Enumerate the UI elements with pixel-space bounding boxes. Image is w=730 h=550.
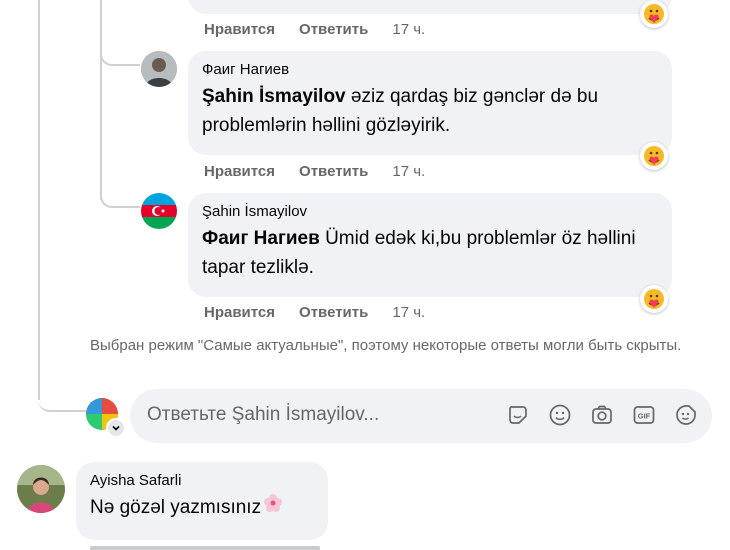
timestamp[interactable]: 17 ч. [392, 162, 425, 182]
comment-actions-partial [90, 546, 320, 550]
comment-actions: Нравится Ответить 17 ч. [204, 162, 425, 182]
reply-tools: GIF [506, 403, 698, 427]
comment-actions: Нравится Ответить 17 ч. [204, 303, 425, 323]
chevron-down-icon [112, 425, 120, 431]
thread-line-main [38, 0, 40, 400]
comment-text: Фаиг Нагиев Ümid edək ki,bu problemlər ö… [202, 224, 658, 282]
sticker-icon[interactable] [506, 403, 530, 427]
reply-input[interactable]: Ответьте Şahin İsmayilov... GIF [130, 389, 712, 443]
hidden-replies-notice: Выбран режим "Самые актуальные", поэтому… [90, 337, 682, 354]
reply-button[interactable]: Ответить [299, 162, 368, 182]
care-reaction-icon[interactable] [640, 285, 668, 313]
like-button[interactable]: Нравится [204, 303, 275, 323]
flag-avatar-icon [141, 193, 177, 229]
reply-button[interactable]: Ответить [299, 20, 368, 40]
mention-link[interactable]: Фаиг Нагиев [202, 228, 320, 249]
avatar[interactable] [17, 465, 65, 513]
avatar-sticker-icon[interactable] [674, 403, 698, 427]
comment-text: Nə gözəl yazmısınız [90, 493, 314, 522]
mention-link[interactable]: Şahin İsmayilov [202, 86, 346, 107]
thread-curve-2 [100, 190, 140, 208]
like-button[interactable]: Нравится [204, 20, 275, 40]
comment-bubble-partial [188, 0, 672, 14]
thread-line-nested [100, 0, 102, 200]
avatar[interactable] [141, 51, 177, 87]
flower-emoji-icon [263, 493, 283, 522]
care-reaction-icon[interactable] [640, 142, 668, 170]
care-reaction-icon[interactable] [640, 0, 668, 28]
gif-icon[interactable]: GIF [632, 403, 656, 427]
comment-body: Nə gözəl yazmısınız [90, 497, 262, 518]
avatar[interactable] [141, 193, 177, 229]
comment-text: Şahin İsmayilov əziz qardaş biz gənclər … [202, 82, 658, 140]
comment-bubble: Ayisha Safarli Nə gözəl yazmısınız [76, 462, 328, 540]
timestamp[interactable]: 17 ч. [392, 303, 425, 323]
person-avatar-icon [141, 51, 177, 87]
comment-bubble: Фаиг Нагиев Şahin İsmayilov əziz qardaş … [188, 51, 672, 155]
timestamp[interactable]: 17 ч. [392, 20, 425, 40]
like-button[interactable]: Нравится [204, 162, 275, 182]
person-photo-avatar-icon [17, 465, 65, 513]
thread-curve-1 [100, 50, 140, 66]
comment-author[interactable]: Ayisha Safarli [90, 471, 314, 491]
thread-curve-reply-box [38, 380, 86, 412]
camera-icon[interactable] [590, 403, 614, 427]
reply-placeholder: Ответьте Şahin İsmayilov... [147, 404, 380, 425]
reply-button[interactable]: Ответить [299, 303, 368, 323]
svg-text:GIF: GIF [638, 412, 651, 421]
comment-author[interactable]: Şahin İsmayilov [202, 202, 658, 222]
emoji-icon[interactable] [548, 403, 572, 427]
comment-bubble: Şahin İsmayilov Фаиг Нагиев Ümid edək ki… [188, 193, 672, 297]
comment-author[interactable]: Фаиг Нагиев [202, 60, 658, 80]
account-switch-chevron[interactable] [106, 418, 126, 438]
comment-actions: Нравится Ответить 17 ч. [204, 20, 425, 40]
